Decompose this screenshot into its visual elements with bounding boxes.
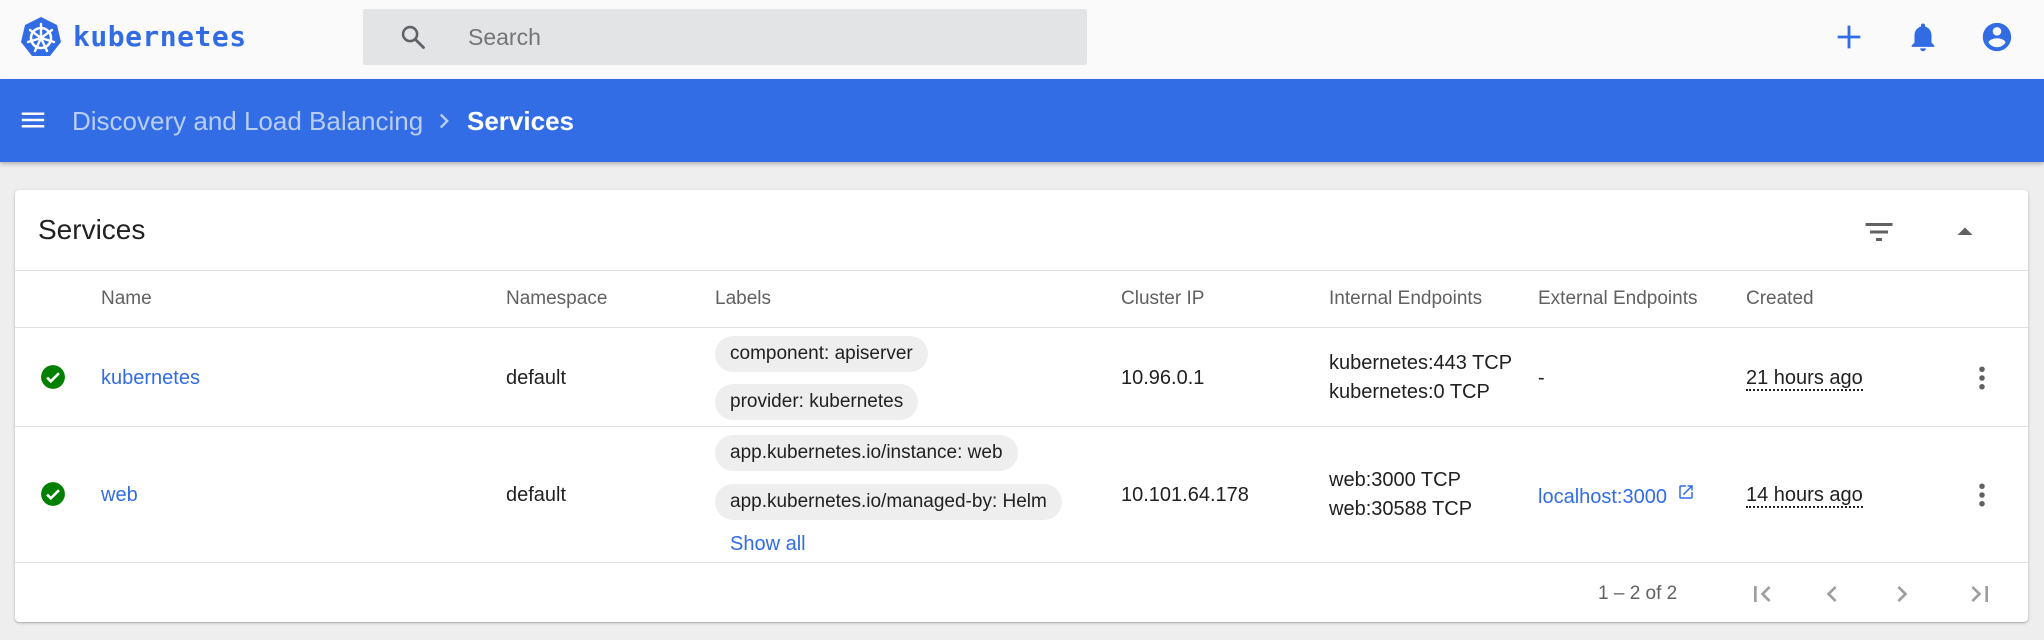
namespace-value: default	[506, 484, 567, 506]
label-chip: component: apiserver	[715, 336, 928, 372]
services-card: Services Name Namespace Labels Cluster I…	[15, 190, 2028, 622]
nav-bar: Discovery and Load Balancing Services	[0, 79, 2044, 162]
internal-endpoint: web:30588 TCP	[1329, 498, 1473, 520]
internal-endpoint: kubernetes:443 TCP	[1329, 352, 1513, 374]
column-header-name[interactable]: Name	[101, 287, 152, 311]
breadcrumb-current: Services	[467, 106, 574, 136]
external-endpoint-text: localhost:3000	[1538, 486, 1667, 508]
bell-icon[interactable]	[1906, 20, 1940, 54]
search-input[interactable]	[468, 9, 1068, 65]
breadcrumb-parent[interactable]: Discovery and Load Balancing	[72, 106, 423, 136]
top-bar: kubernetes	[0, 0, 2044, 79]
service-name-link[interactable]: web	[101, 483, 138, 507]
column-header-namespace[interactable]: Namespace	[506, 287, 607, 311]
check-circle-icon	[41, 482, 65, 506]
cluster-ip-value: 10.101.64.178	[1121, 484, 1249, 506]
column-header-cluster-ip: Cluster IP	[1121, 288, 1205, 309]
account-circle-icon[interactable]	[1980, 20, 2014, 54]
open-in-new-icon	[1678, 485, 1693, 499]
internal-endpoint: kubernetes:0 TCP	[1329, 381, 1490, 403]
card-title: Services	[38, 214, 146, 245]
chevron-right-icon[interactable]	[1886, 578, 1918, 610]
external-endpoint: -	[1538, 367, 1545, 389]
divider	[15, 562, 2028, 563]
search-icon	[401, 25, 425, 49]
namespace-value: default	[506, 367, 567, 389]
column-header-external-endpoints: External Endpoints	[1538, 288, 1698, 309]
divider	[15, 270, 2028, 271]
show-all-link[interactable]: Show all	[730, 532, 806, 556]
more-vert-icon[interactable]	[1967, 477, 1997, 513]
cluster-ip-value: 10.96.0.1	[1121, 367, 1205, 389]
arrow-drop-up-icon[interactable]	[1947, 214, 1983, 250]
column-header-labels: Labels	[715, 288, 771, 309]
label-chip: app.kubernetes.io/instance: web	[715, 435, 1018, 471]
column-header-internal-endpoints: Internal Endpoints	[1329, 288, 1483, 309]
menu-icon[interactable]	[16, 105, 50, 135]
kubernetes-logo-icon[interactable]	[19, 15, 63, 59]
check-circle-icon	[41, 365, 65, 389]
pagination-range: 1 – 2 of 2	[1598, 583, 1678, 604]
chevron-right-icon	[439, 113, 449, 129]
brand-name[interactable]: kubernetes	[73, 20, 247, 54]
search-box[interactable]	[363, 9, 1087, 65]
external-endpoint-link[interactable]: localhost:3000	[1538, 483, 1695, 509]
plus-icon[interactable]	[1832, 20, 1866, 54]
label-chip: app.kubernetes.io/managed-by: Helm	[715, 484, 1062, 520]
last-page-icon[interactable]	[1964, 578, 1996, 610]
created-time: 21 hours ago	[1746, 367, 1863, 391]
internal-endpoint: web:3000 TCP	[1329, 469, 1461, 491]
divider	[15, 327, 2028, 328]
divider	[15, 426, 2028, 427]
more-vert-icon[interactable]	[1967, 360, 1997, 396]
label-chip: provider: kubernetes	[715, 384, 919, 420]
created-time: 14 hours ago	[1746, 484, 1863, 508]
column-header-created[interactable]: Created	[1746, 287, 1814, 311]
first-page-icon[interactable]	[1746, 578, 1778, 610]
service-name-link[interactable]: kubernetes	[101, 366, 200, 390]
filter-list-icon[interactable]	[1861, 214, 1897, 250]
chevron-left-icon[interactable]	[1816, 578, 1848, 610]
